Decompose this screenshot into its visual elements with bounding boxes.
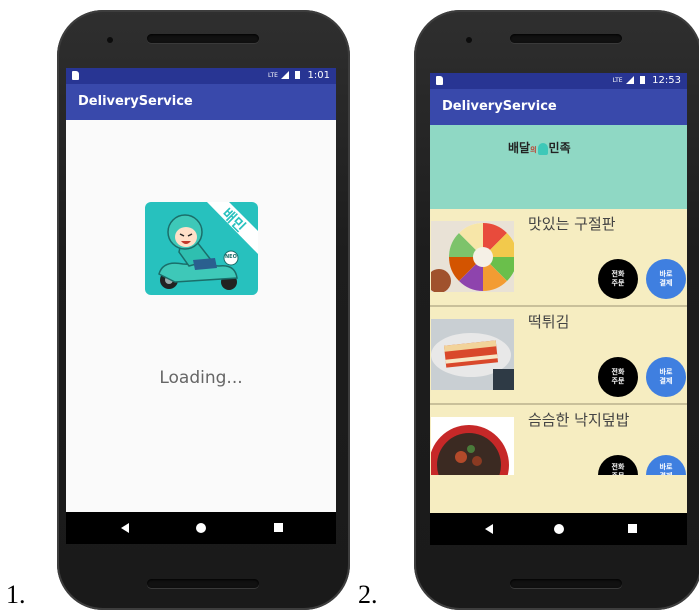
recents-button[interactable] [274,523,283,532]
brand-left: 배달 [508,141,531,155]
brand-header: 배달의 민족 [430,125,687,209]
status-bar: LTE 1:01 [66,68,336,84]
front-camera [466,37,472,43]
back-button[interactable] [121,523,129,533]
loading-text: Loading... [159,368,243,388]
battery-icon [295,71,301,79]
brand-mid: 의 [530,146,537,154]
pay-now-button[interactable]: 바로 결제 [646,357,686,397]
app-bar: DeliveryService [430,89,687,125]
app-logo: 배민 NEO [145,202,258,295]
bottom-speaker [510,579,622,588]
list-item[interactable]: 슴슴한 낙지덮밥 전화 주문 바로 결제 [430,405,687,475]
front-camera [107,37,113,43]
figure-label-1: 1. [6,580,26,609]
nav-bar [66,512,336,544]
rider-mini-icon [537,142,548,155]
status-bar: LTE 12:53 [430,73,687,89]
bottom-speaker [147,579,259,588]
pay-now-button[interactable]: 바로 결제 [646,259,686,299]
recents-button[interactable] [628,524,637,533]
phone-frame-2: LTE 12:53 DeliveryService 배달의 민족 맛있는 구절판… [414,10,699,610]
gujeolpan-image [431,223,514,292]
home-button[interactable] [554,524,564,534]
tteoktwigim-image [431,319,514,390]
logo-badge: NEO [225,254,237,260]
sd-card-icon [436,76,443,85]
phone-frame-1: LTE 1:01 DeliveryService 배민 NEO Loading.… [57,10,350,610]
food-photo-nakji-deopbap [431,417,514,475]
pay-now-button[interactable]: 바로 결제 [646,455,686,475]
lte-icon: LTE [612,77,623,84]
call-order-button[interactable]: 전화 주문 [598,357,638,397]
status-time: 1:01 [307,70,330,81]
top-speaker [510,34,622,43]
status-right: LTE 12:53 [613,74,681,88]
signal-icon [625,76,634,84]
battery-icon [639,76,645,84]
top-speaker [147,34,259,43]
status-time: 12:53 [652,75,681,86]
back-button[interactable] [485,524,493,534]
app-title: DeliveryService [78,94,193,109]
food-name: 떡튀김 [528,313,570,331]
call-order-button[interactable]: 전화 주문 [598,455,638,475]
lte-icon: LTE [267,72,278,79]
food-photo-gujeolpan [431,221,514,292]
brand-logo: 배달의 민족 [508,139,571,156]
list-item[interactable]: 떡튀김 전화 주문 바로 결제 [430,307,687,405]
app-title: DeliveryService [442,99,557,114]
status-right: LTE 1:01 [268,69,330,83]
call-order-button[interactable]: 전화 주문 [598,259,638,299]
sd-card-icon [72,71,79,80]
app-bar: DeliveryService [66,84,336,120]
nakji-deopbap-image [431,425,509,475]
home-button[interactable] [196,523,206,533]
food-name: 맛있는 구절판 [528,215,616,233]
list-item[interactable]: 맛있는 구절판 전화 주문 바로 결제 [430,209,687,307]
screen-1: LTE 1:01 DeliveryService 배민 NEO Loading.… [66,68,336,544]
figure-label-2: 2. [358,580,378,609]
brand-right: 민족 [548,141,571,155]
food-name: 슴슴한 낙지덮밥 [528,411,630,429]
signal-icon [281,71,290,79]
food-photo-tteoktwigim [431,319,514,390]
nav-bar [430,513,687,545]
screen-2: LTE 12:53 DeliveryService 배달의 민족 맛있는 구절판… [430,73,687,545]
